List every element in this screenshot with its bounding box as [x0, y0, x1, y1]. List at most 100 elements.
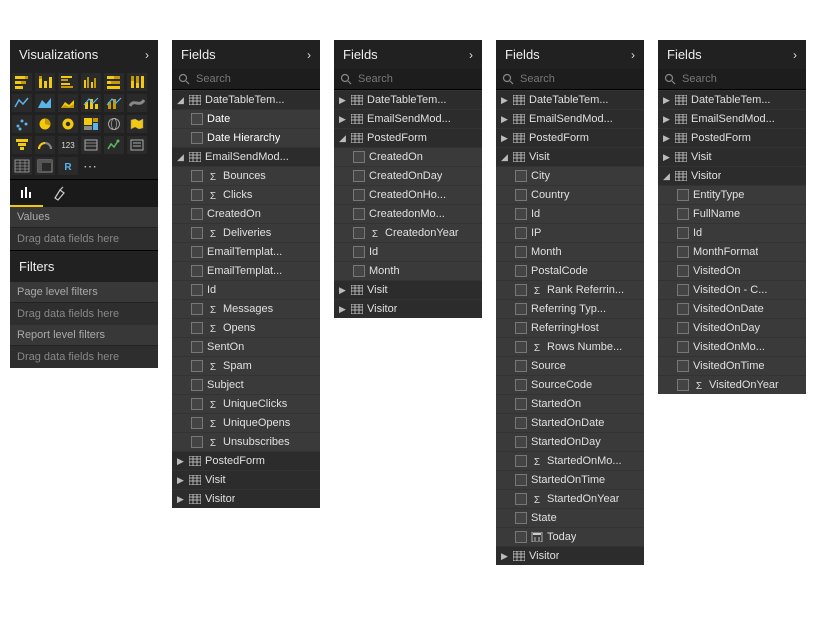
expand-icon[interactable]: ▶	[338, 115, 347, 124]
field-item[interactable]: CreatedOn	[172, 204, 320, 223]
multi-row-card-icon[interactable]	[81, 136, 101, 154]
field-item[interactable]: ▶ DateTableTem...	[658, 90, 806, 109]
field-item[interactable]: StartedOn	[496, 394, 644, 413]
expand-icon[interactable]: ▶	[662, 134, 671, 143]
stacked-bar-icon[interactable]	[12, 73, 32, 91]
field-checkbox[interactable]	[515, 531, 527, 543]
field-item[interactable]: ◢ PostedForm	[334, 128, 482, 147]
field-item[interactable]: CreatedOnDay	[334, 166, 482, 185]
field-item[interactable]: CreatedOnHo...	[334, 185, 482, 204]
field-checkbox[interactable]	[677, 322, 689, 334]
field-item[interactable]: Σ Opens	[172, 318, 320, 337]
field-item[interactable]: Id	[172, 280, 320, 299]
stacked-column-icon[interactable]	[35, 73, 55, 91]
field-checkbox[interactable]	[353, 227, 365, 239]
hundred-stacked-column-icon[interactable]	[127, 73, 147, 91]
search-input[interactable]: Search	[658, 69, 806, 90]
field-item[interactable]: Country	[496, 185, 644, 204]
field-checkbox[interactable]	[515, 246, 527, 258]
field-item[interactable]: State	[496, 508, 644, 527]
field-checkbox[interactable]	[677, 208, 689, 220]
field-checkbox[interactable]	[191, 398, 203, 410]
field-item[interactable]: ▶ PostedForm	[658, 128, 806, 147]
field-item[interactable]: ▶ EmailSendMod...	[496, 109, 644, 128]
field-checkbox[interactable]	[353, 170, 365, 182]
field-item[interactable]: ◢ EmailSendMod...	[172, 147, 320, 166]
search-input[interactable]: Search	[172, 69, 320, 90]
field-item[interactable]: ◢ Visitor	[658, 166, 806, 185]
field-item[interactable]: ▶ EmailSendMod...	[334, 109, 482, 128]
report-filters-dropzone[interactable]: Drag data fields here	[10, 345, 158, 368]
expand-icon[interactable]: ▶	[338, 286, 347, 295]
field-item[interactable]: ◢ DateTableTem...	[172, 90, 320, 109]
field-item[interactable]: SentOn	[172, 337, 320, 356]
field-item[interactable]: Σ UniqueClicks	[172, 394, 320, 413]
area-chart-icon[interactable]	[35, 94, 55, 112]
field-checkbox[interactable]	[515, 360, 527, 372]
field-checkbox[interactable]	[515, 474, 527, 486]
values-dropzone[interactable]: Drag data fields here	[10, 227, 158, 250]
field-item[interactable]: Id	[658, 223, 806, 242]
fields-header[interactable]: Fields ›	[334, 40, 482, 69]
field-item[interactable]: Date Hierarchy	[172, 128, 320, 147]
visualizations-header[interactable]: Visualizations ›	[10, 40, 158, 69]
expand-icon[interactable]: ▶	[500, 552, 509, 561]
field-checkbox[interactable]	[515, 341, 527, 353]
field-checkbox[interactable]	[677, 284, 689, 296]
format-tab[interactable]	[43, 180, 76, 207]
field-checkbox[interactable]	[515, 303, 527, 315]
expand-icon[interactable]: ▶	[176, 457, 185, 466]
scatter-chart-icon[interactable]	[12, 115, 32, 133]
field-item[interactable]: Σ Clicks	[172, 185, 320, 204]
expand-icon[interactable]: ◢	[176, 96, 185, 105]
field-checkbox[interactable]	[677, 379, 689, 391]
search-input[interactable]: Search	[334, 69, 482, 90]
field-item[interactable]: Month	[496, 242, 644, 261]
field-checkbox[interactable]	[191, 170, 203, 182]
field-checkbox[interactable]	[353, 189, 365, 201]
field-checkbox[interactable]	[677, 360, 689, 372]
field-checkbox[interactable]	[515, 436, 527, 448]
matrix-icon[interactable]	[35, 157, 55, 175]
field-checkbox[interactable]	[515, 284, 527, 296]
field-checkbox[interactable]	[191, 322, 203, 334]
funnel-chart-icon[interactable]	[12, 136, 32, 154]
field-checkbox[interactable]	[515, 208, 527, 220]
expand-icon[interactable]: ▶	[176, 476, 185, 485]
field-item[interactable]: Σ Spam	[172, 356, 320, 375]
field-checkbox[interactable]	[191, 341, 203, 353]
field-checkbox[interactable]	[515, 322, 527, 334]
fields-well-tab[interactable]	[10, 180, 43, 207]
field-checkbox[interactable]	[515, 265, 527, 277]
expand-icon[interactable]: ◢	[176, 153, 185, 162]
field-checkbox[interactable]	[515, 512, 527, 524]
field-item[interactable]: ▶ PostedForm	[172, 451, 320, 470]
gauge-chart-icon[interactable]	[35, 136, 55, 154]
field-checkbox[interactable]	[677, 189, 689, 201]
field-item[interactable]: Σ Unsubscribes	[172, 432, 320, 451]
field-item[interactable]: Σ Messages	[172, 299, 320, 318]
field-checkbox[interactable]	[191, 436, 203, 448]
fields-header[interactable]: Fields ›	[172, 40, 320, 69]
field-checkbox[interactable]	[191, 113, 203, 125]
fields-header[interactable]: Fields ›	[496, 40, 644, 69]
stacked-area-icon[interactable]	[58, 94, 78, 112]
field-item[interactable]: Σ VisitedOnYear	[658, 375, 806, 394]
field-item[interactable]: ReferringHost	[496, 318, 644, 337]
page-filters-dropzone[interactable]: Drag data fields here	[10, 302, 158, 325]
field-checkbox[interactable]	[515, 455, 527, 467]
expand-icon[interactable]: ▶	[662, 96, 671, 105]
expand-icon[interactable]: ▶	[500, 115, 509, 124]
field-item[interactable]: ▶ Visit	[658, 147, 806, 166]
more-visuals-icon[interactable]: ⋯	[81, 157, 101, 175]
field-item[interactable]: Month	[334, 261, 482, 280]
treemap-icon[interactable]	[81, 115, 101, 133]
hundred-stacked-bar-icon[interactable]	[104, 73, 124, 91]
field-item[interactable]: Id	[496, 204, 644, 223]
field-item[interactable]: ▶ EmailSendMod...	[658, 109, 806, 128]
expand-icon[interactable]: ▶	[176, 495, 185, 504]
field-item[interactable]: EmailTemplat...	[172, 261, 320, 280]
field-item[interactable]: Source	[496, 356, 644, 375]
field-checkbox[interactable]	[515, 227, 527, 239]
field-item[interactable]: ▶ Visitor	[172, 489, 320, 508]
